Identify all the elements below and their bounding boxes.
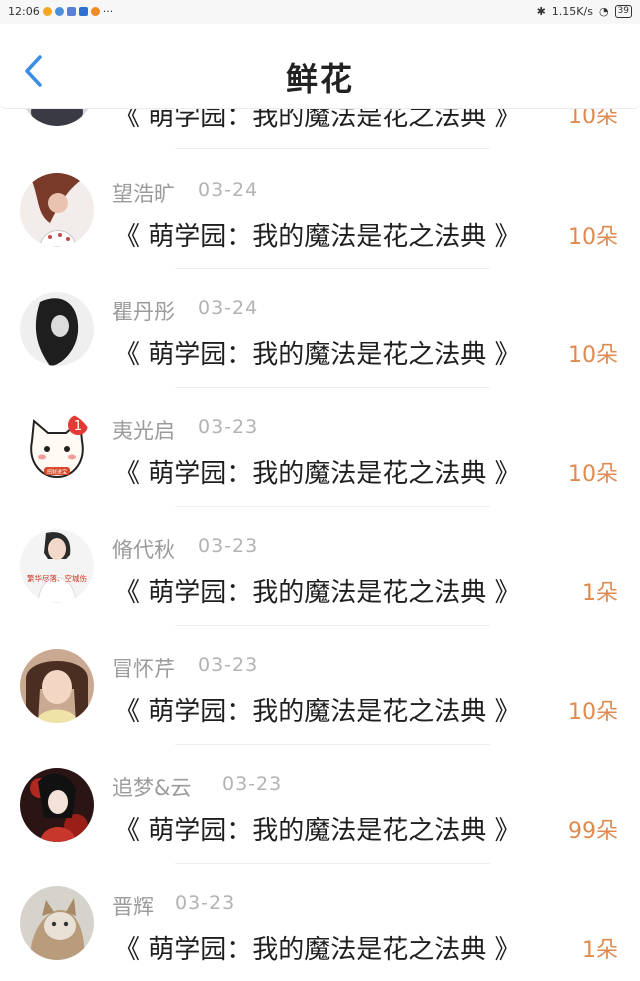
nav-header: 鲜花: [0, 24, 640, 109]
user-name: 冒怀芹: [112, 657, 175, 681]
book-title: 《 萌学园：我的魔法是花之法典 》: [114, 459, 521, 489]
book-title: 《 萌学园：我的魔法是花之法典 》: [114, 816, 521, 846]
more-notifications: ···: [102, 5, 114, 18]
user-name: 脩代秋: [112, 538, 175, 562]
book-title: 《 萌学园：我的魔法是花之法典 》: [114, 935, 521, 965]
avatar: [20, 886, 94, 960]
flower-count: 10朵: [568, 462, 618, 487]
book-title: 《 萌学园：我的魔法是花之法典 》: [114, 222, 521, 252]
send-date: 03-24: [198, 297, 259, 319]
status-bar: 12:06 ··· ✱ 1.15K/s ◔ 39: [0, 0, 640, 24]
list-item[interactable]: 追梦&云 03-23 《 萌学园：我的魔法是花之法典 》 99朵: [0, 744, 640, 862]
avatar: 繁华尽落、空城伤: [20, 529, 94, 603]
avatar-caption: 繁华尽落、空城伤: [27, 573, 87, 583]
avatar: [20, 292, 94, 366]
list-item[interactable]: 繁华尽落、空城伤 脩代秋 03-23 《 萌学园：我的魔法是花之法典 》 1朵: [0, 506, 640, 624]
avatar: [20, 768, 94, 842]
weibo-icon: [90, 7, 100, 16]
cloud-icon: [54, 7, 64, 16]
badge-count: 1: [74, 419, 82, 434]
page-title: 鲜花: [285, 60, 354, 98]
flower-count: 10朵: [568, 343, 618, 368]
book-title: 《 萌学园：我的魔法是花之法典 》: [114, 578, 521, 608]
app-icon: [66, 7, 76, 16]
flower-count: 99朵: [568, 819, 618, 844]
send-date: 03-23: [175, 892, 236, 914]
user-name: 追梦&云: [112, 776, 192, 800]
user-name: 瞿丹彤: [112, 300, 175, 324]
divider: [175, 148, 490, 149]
list-item[interactable]: 冒怀芹 03-23 《 萌学园：我的魔法是花之法典 》 10朵: [0, 625, 640, 743]
status-time: 12:06: [8, 5, 40, 18]
user-name: 晋辉: [112, 895, 154, 919]
network-speed: 1.15K/s: [551, 5, 593, 18]
send-date: 03-23: [198, 535, 259, 557]
flower-count: 10朵: [568, 700, 618, 725]
user-name: 夷光启: [112, 419, 175, 443]
weibo-icon: [42, 7, 52, 16]
send-date: 03-23: [222, 773, 283, 795]
battery-indicator: 39: [614, 5, 632, 18]
avatar: 招财进宝 1: [20, 411, 94, 485]
avatar: [20, 173, 94, 247]
flower-count: 1朵: [582, 581, 618, 606]
wifi-icon: ◔: [598, 5, 609, 18]
book-title: 《 萌学园：我的魔法是花之法典 》: [114, 340, 521, 370]
list-item[interactable]: 招财进宝 1 夷光启 03-23 《 萌学园：我的魔法是花之法典 》 10朵: [0, 387, 640, 505]
app-icon: [78, 7, 88, 16]
send-date: 03-23: [198, 654, 259, 676]
flower-count: 1朵: [582, 938, 618, 963]
list-item[interactable]: 望浩旷 03-24 《 萌学园：我的魔法是花之法典 》 10朵: [0, 150, 640, 268]
cat-collar-text: 招财进宝: [47, 469, 67, 476]
list-item[interactable]: 晋辉 03-23 《 萌学园：我的魔法是花之法典 》 1朵: [0, 863, 640, 981]
user-name: 望浩旷: [112, 182, 175, 206]
bluetooth-icon: ✱: [536, 5, 546, 18]
avatar: [20, 649, 94, 723]
send-date: 03-24: [198, 179, 259, 201]
list-item[interactable]: 瞿丹彤 03-24 《 萌学园：我的魔法是花之法典 》 10朵: [0, 268, 640, 386]
send-date: 03-23: [198, 416, 259, 438]
book-title: 《 萌学园：我的魔法是花之法典 》: [114, 697, 521, 727]
flower-count: 10朵: [568, 225, 618, 250]
